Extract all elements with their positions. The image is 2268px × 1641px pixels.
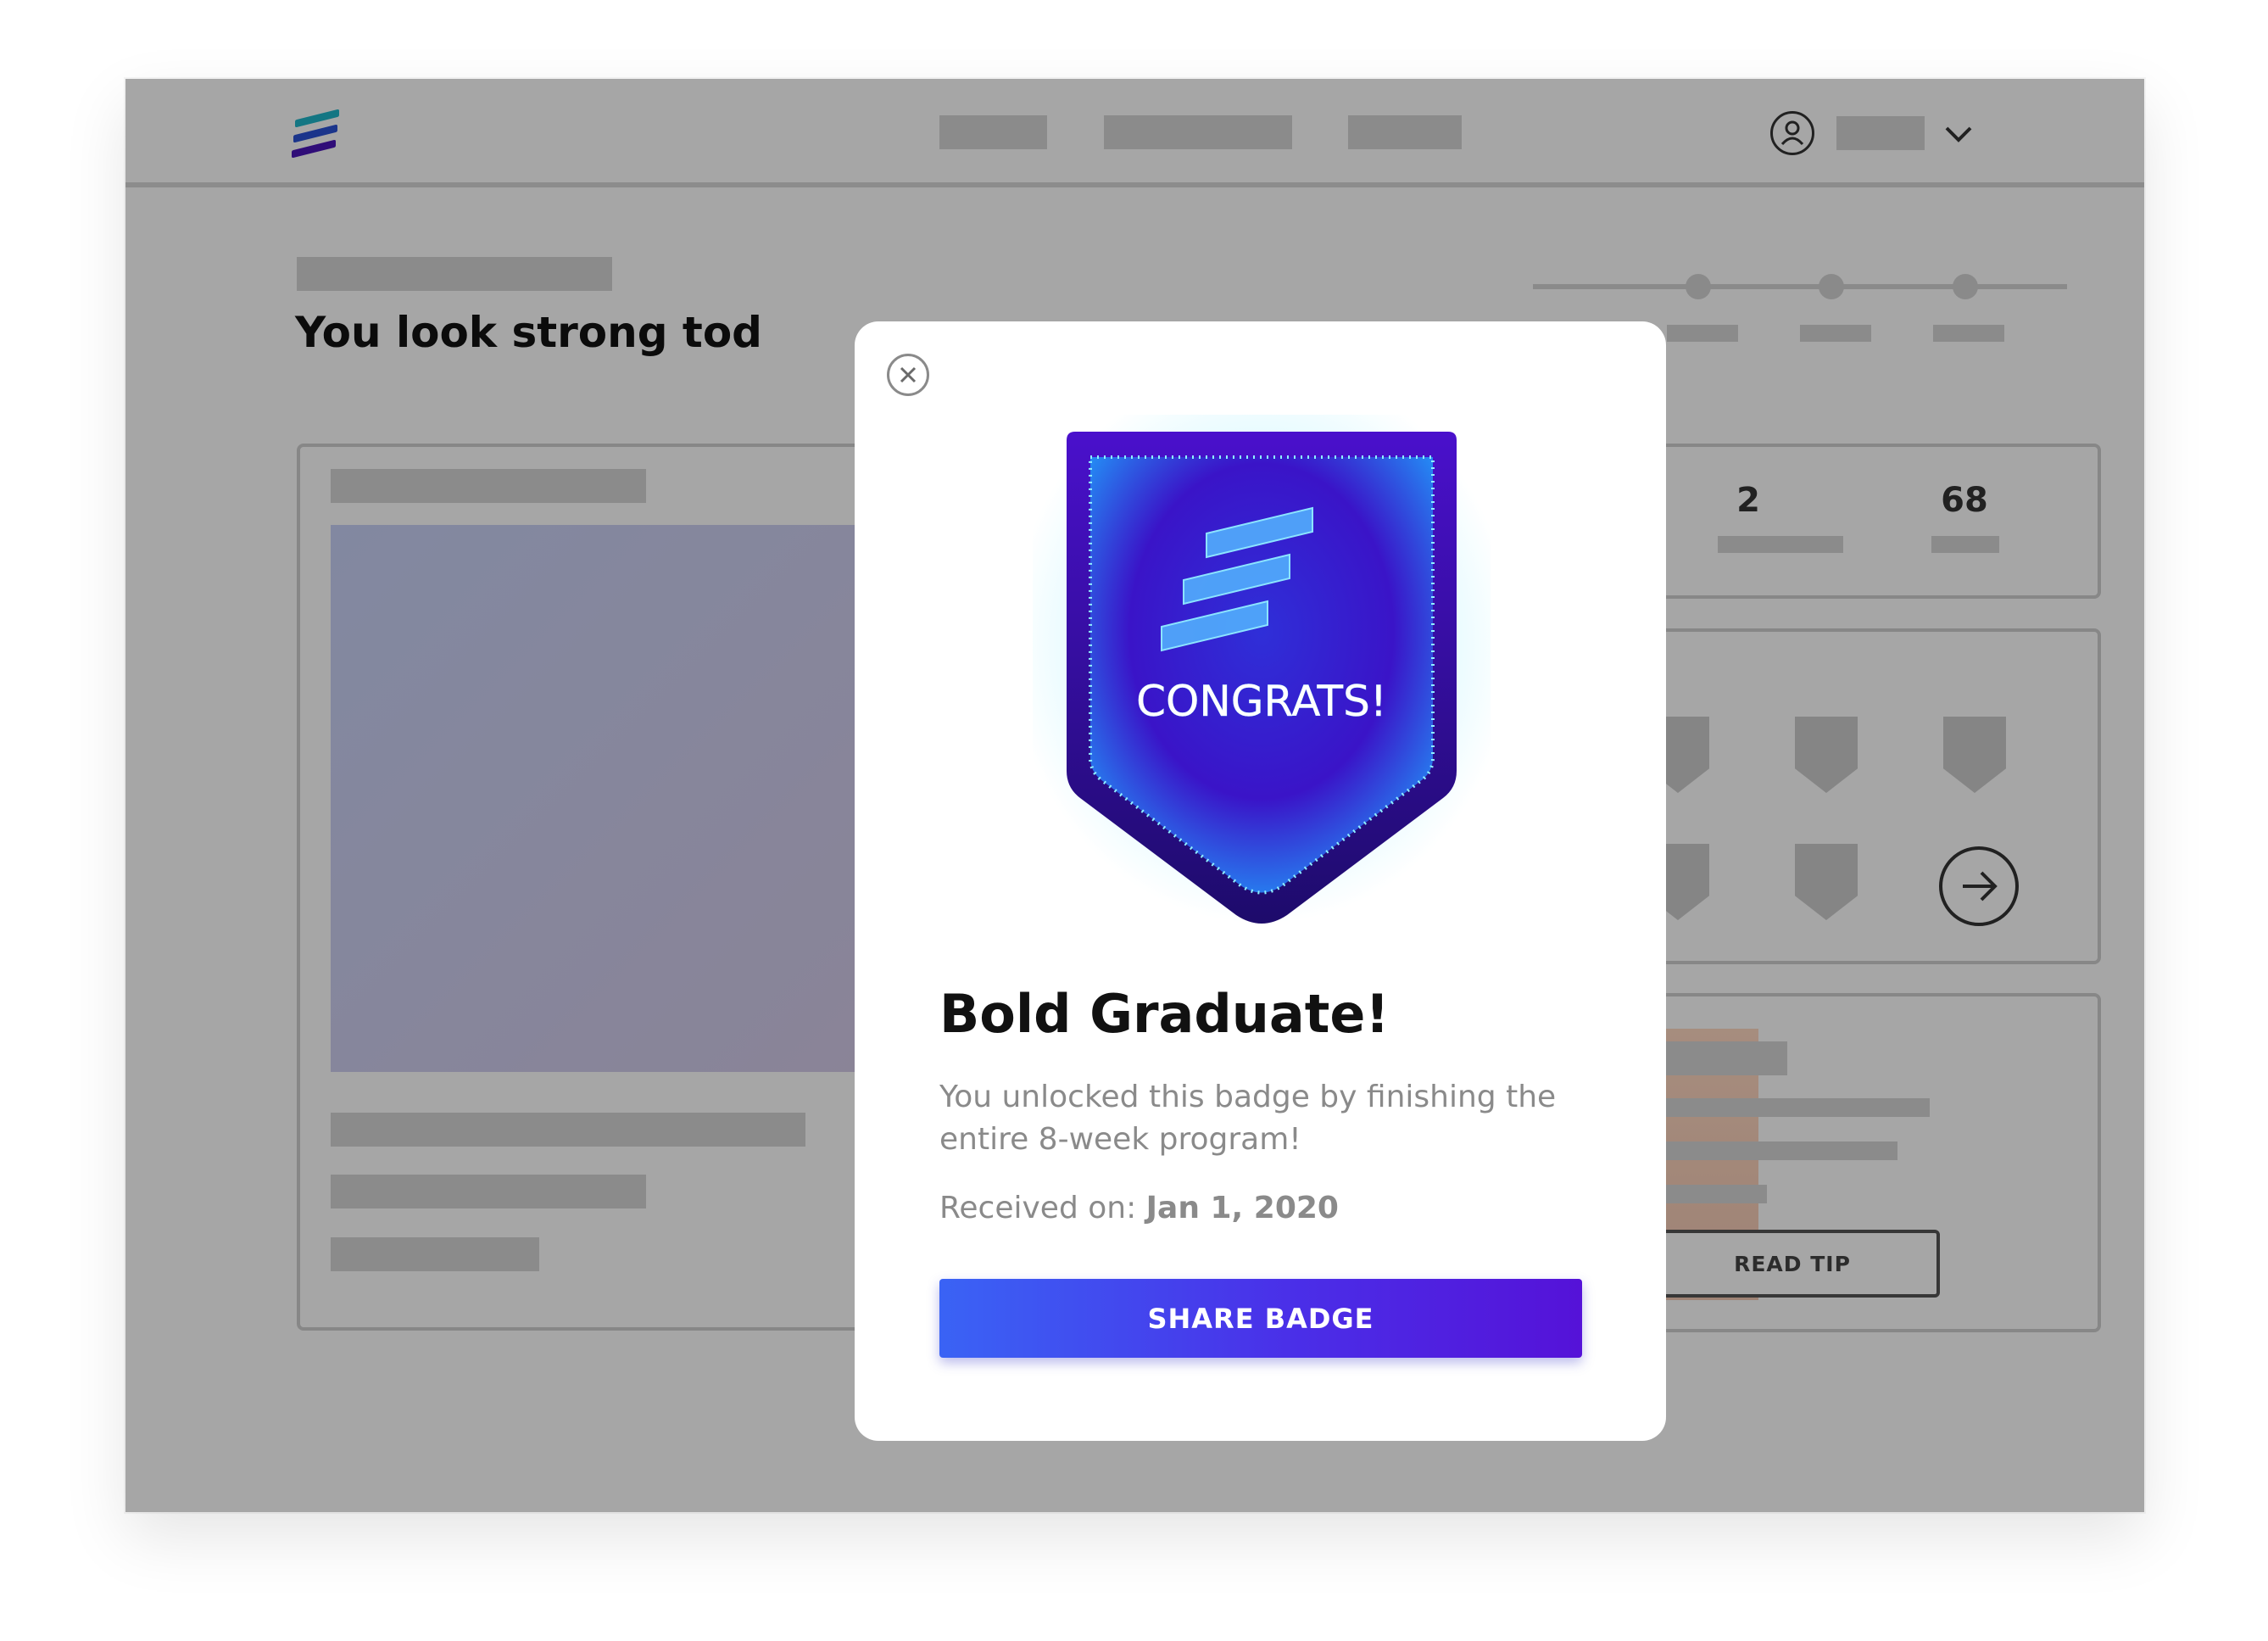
received-date: Received on: Jan 1, 2020 <box>939 1191 1339 1225</box>
badge-title: Bold Graduate! <box>939 983 1390 1045</box>
share-badge-button[interactable]: SHARE BADGE <box>939 1279 1582 1358</box>
badge-text: CONGRATS! <box>1136 677 1387 726</box>
close-icon <box>900 366 917 383</box>
badge-illustration: CONGRATS! <box>1033 415 1491 924</box>
received-date-value: Jan 1, 2020 <box>1145 1191 1339 1225</box>
received-label: Received on: <box>939 1191 1146 1225</box>
badge-modal: CONGRATS! Bold Graduate! You unlocked th… <box>855 321 1666 1441</box>
app-window: You look strong tod 2 68 READ TIP CONGRA… <box>125 79 2144 1512</box>
close-button[interactable] <box>887 354 929 396</box>
badge-description: You unlocked this badge by finishing the… <box>939 1080 1557 1157</box>
